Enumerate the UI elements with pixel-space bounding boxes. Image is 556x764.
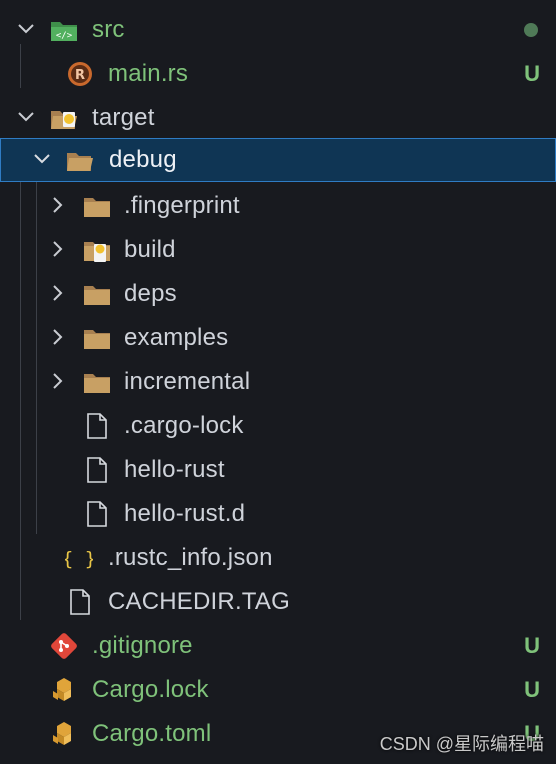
folder-open-target-icon [51, 111, 77, 129]
tree-item-build[interactable]: build [0, 228, 556, 272]
file-explorer-tree: </> src R main.rs U target debug .finger… [0, 0, 556, 764]
tree-item-cargo-lock[interactable]: .cargo-lock [0, 404, 556, 448]
git-icon [51, 633, 77, 659]
chevron-down-icon[interactable] [16, 19, 36, 39]
tree-item-label: build [124, 236, 176, 263]
chevron-right-icon[interactable] [48, 371, 68, 391]
tree-item-fingerprint[interactable]: .fingerprint [0, 184, 556, 228]
tree-item-label: .cargo-lock [124, 412, 244, 439]
tree-item-label: target [92, 104, 155, 131]
file-icon [87, 457, 107, 483]
file-icon [87, 413, 107, 439]
tree-item-label: hello-rust [124, 456, 225, 483]
tree-item-gitignore[interactable]: .gitignore U [0, 624, 556, 668]
tree-item-label: src [92, 16, 125, 43]
chevron-right-icon[interactable] [48, 283, 68, 303]
git-status-badge: U [524, 677, 540, 702]
tree-item-label: .gitignore [92, 632, 193, 659]
svg-text:</>: </> [56, 31, 73, 41]
tree-item-hello-rust[interactable]: hello-rust [0, 448, 556, 492]
chevron-down-icon[interactable] [32, 149, 52, 169]
chevron-down-icon[interactable] [16, 107, 36, 127]
folder-icon [84, 330, 110, 349]
tree-item-label: Cargo.toml [92, 720, 212, 747]
tree-item-label: .rustc_info.json [108, 544, 273, 571]
tree-item-label: deps [124, 280, 177, 307]
folder-icon [84, 374, 110, 393]
chevron-right-icon[interactable] [48, 239, 68, 259]
tree-item-label: examples [124, 324, 229, 351]
watermark: CSDN @星际编程喵 [379, 734, 544, 754]
json-file-icon: { } [65, 548, 93, 570]
tree-item-deps[interactable]: deps [0, 272, 556, 316]
tree-item-cargo-lock-file[interactable]: Cargo.lock U [0, 668, 556, 712]
git-status-badge: U [524, 633, 540, 658]
folder-icon [84, 198, 110, 217]
tree-item-cachedir-tag[interactable]: CACHEDIR.TAG [0, 580, 556, 624]
tree-item-incremental[interactable]: incremental [0, 360, 556, 404]
tree-item-examples[interactable]: examples [0, 316, 556, 360]
svg-text:R: R [75, 68, 85, 83]
modified-indicator-dot [524, 23, 538, 37]
file-icon [87, 501, 107, 527]
tree-item-hello-rust-d[interactable]: hello-rust.d [0, 492, 556, 536]
tree-item-label: hello-rust.d [124, 500, 246, 527]
chevron-right-icon[interactable] [48, 195, 68, 215]
cargo-boxes-icon [53, 678, 71, 701]
tree-item-src[interactable]: </> src [0, 8, 556, 52]
file-icon [70, 589, 90, 615]
git-status-badge: U [524, 61, 540, 86]
tree-item-label: Cargo.lock [92, 676, 209, 703]
tree-item-label: main.rs [108, 60, 189, 87]
tree-item-rustc-info-json[interactable]: { } .rustc_info.json [0, 536, 556, 580]
svg-text:{ }: { } [65, 548, 93, 570]
tree-item-target[interactable]: target [0, 96, 556, 140]
tree-item-label: CACHEDIR.TAG [108, 588, 290, 615]
folder-src-icon: </> [51, 22, 77, 41]
cargo-boxes-icon [53, 722, 71, 745]
tree-item-label: incremental [124, 368, 251, 395]
folder-open-icon [67, 153, 93, 171]
rust-file-icon: R [68, 62, 92, 86]
tree-item-label: debug [109, 146, 177, 173]
tree-item-main-rs[interactable]: R main.rs U [0, 52, 556, 96]
tree-item-debug[interactable]: debug [0, 138, 556, 182]
chevron-right-icon[interactable] [48, 327, 68, 347]
folder-build-icon [84, 242, 110, 262]
folder-icon [84, 286, 110, 305]
tree-item-label: .fingerprint [124, 192, 240, 219]
